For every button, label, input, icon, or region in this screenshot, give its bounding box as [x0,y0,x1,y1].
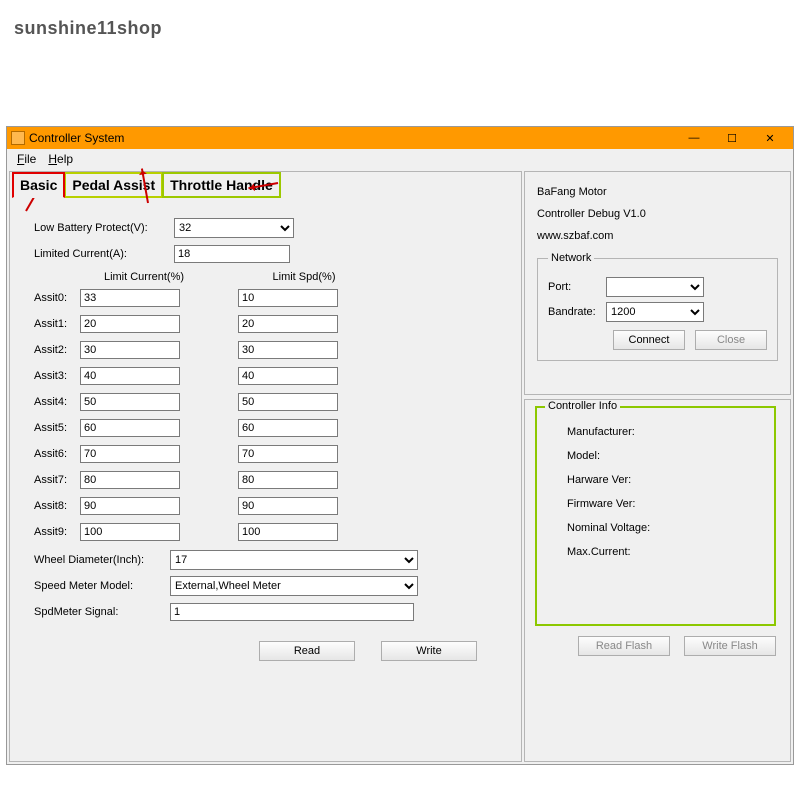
watermark-text: sunshine11shop [14,18,162,39]
app-icon [11,131,25,145]
right-top-box: BaFang Motor Controller Debug V1.0 www.s… [524,171,791,395]
header-limit-spd: Limit Spd(%) [244,271,364,283]
assist-current-input[interactable] [80,367,180,385]
assist-spd-input[interactable] [238,289,338,307]
assist-label: Assit2: [34,344,80,356]
window-title: Controller System [29,131,675,145]
menu-help[interactable]: Help [42,150,79,168]
titlebar: Controller System — ☐ ✕ [7,127,793,149]
assist-label: Assit9: [34,526,80,538]
tab-basic[interactable]: Basic [12,172,65,198]
close-conn-button[interactable]: Close [695,330,767,350]
input-limited-current[interactable] [174,245,290,263]
label-limited-current: Limited Current(A): [34,248,174,260]
assist-current-input[interactable] [80,445,180,463]
right-bottom-box: Controller Info Manufacturer: Model: Har… [524,399,791,762]
controller-info-box: Controller Info Manufacturer: Model: Har… [535,406,776,626]
assist-spd-input[interactable] [238,367,338,385]
write-flash-button[interactable]: Write Flash [684,636,776,656]
assist-spd-input[interactable] [238,315,338,333]
bandrate-label: Bandrate: [548,306,606,318]
brand-label: BaFang Motor [537,186,778,198]
minimize-button[interactable]: — [675,129,713,147]
read-button[interactable]: Read [259,641,355,661]
content-area: Basic Pedal Assist Throttle Handle Low B… [7,169,793,764]
select-bandrate[interactable]: 1200 [606,302,704,322]
assist-current-input[interactable] [80,393,180,411]
assist-label: Assit3: [34,370,80,382]
debug-label: Controller Debug V1.0 [537,208,778,220]
left-panel: Basic Pedal Assist Throttle Handle Low B… [9,171,522,762]
assist-spd-input[interactable] [238,497,338,515]
ci-model: Model: [547,450,764,462]
label-low-battery: Low Battery Protect(V): [34,222,174,234]
assist-label: Assit5: [34,422,80,434]
maximize-button[interactable]: ☐ [713,129,751,147]
assist-label: Assit1: [34,318,80,330]
ci-voltage: Nominal Voltage: [547,522,764,534]
network-group: Network Port: Bandrate:1200 Connect Clos… [537,252,778,361]
assist-spd-input[interactable] [238,341,338,359]
controller-info-legend: Controller Info [545,400,620,412]
ci-manufacturer: Manufacturer: [547,426,764,438]
assist-spd-input[interactable] [238,523,338,541]
assist-spd-input[interactable] [238,471,338,489]
app-window: Controller System — ☐ ✕ File Help Basic … [6,126,794,765]
assist-label: Assit0: [34,292,80,304]
header-limit-current: Limit Current(%) [84,271,204,283]
select-low-battery[interactable]: 32 [174,218,294,238]
assist-headers: Limit Current(%) Limit Spd(%) [34,271,505,283]
assist-rows: Assit0: Assit1: Assit2: Assit3: Assit4: … [34,287,505,543]
read-write-buttons: Read Write [34,627,505,667]
assist-spd-input[interactable] [238,445,338,463]
assist-current-input[interactable] [80,419,180,437]
network-legend: Network [548,252,594,264]
ci-firmware: Firmware Ver: [547,498,764,510]
menu-file[interactable]: File [11,150,42,168]
label-spd-signal: SpdMeter Signal: [34,606,170,618]
assist-spd-input[interactable] [238,419,338,437]
assist-current-input[interactable] [80,523,180,541]
assist-spd-input[interactable] [238,393,338,411]
assist-label: Assit8: [34,500,80,512]
assist-label: Assit7: [34,474,80,486]
write-button[interactable]: Write [381,641,477,661]
assist-label: Assit6: [34,448,80,460]
bottom-rows: Wheel Diameter(Inch):17 Speed Meter Mode… [34,549,505,623]
assist-current-input[interactable] [80,471,180,489]
ci-hardware: Harware Ver: [547,474,764,486]
form-body: Low Battery Protect(V): 32 Limited Curre… [10,197,521,675]
menubar: File Help [7,149,793,169]
url-label: www.szbaf.com [537,230,778,242]
close-button[interactable]: ✕ [751,129,789,147]
input-spd-signal[interactable] [170,603,414,621]
read-flash-button[interactable]: Read Flash [578,636,670,656]
port-label: Port: [548,281,606,293]
label-wheel: Wheel Diameter(Inch): [34,554,170,566]
ci-maxcurrent: Max.Current: [547,546,764,558]
assist-current-input[interactable] [80,289,180,307]
assist-label: Assit4: [34,396,80,408]
assist-current-input[interactable] [80,497,180,515]
assist-current-input[interactable] [80,315,180,333]
select-wheel[interactable]: 17 [170,550,418,570]
tab-pedal-assist[interactable]: Pedal Assist [64,172,163,198]
assist-current-input[interactable] [80,341,180,359]
label-speed-meter: Speed Meter Model: [34,580,170,592]
select-speed-meter[interactable]: External,Wheel Meter [170,576,418,596]
flash-buttons: Read Flash Write Flash [533,636,782,656]
right-panel: BaFang Motor Controller Debug V1.0 www.s… [524,171,791,762]
select-port[interactable] [606,277,704,297]
connect-button[interactable]: Connect [613,330,685,350]
